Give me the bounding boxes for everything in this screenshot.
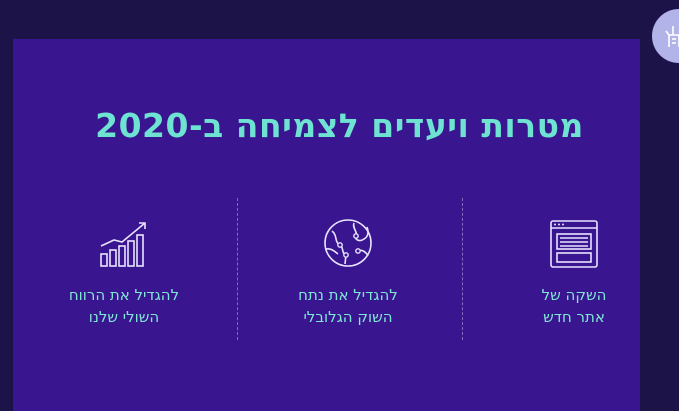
- goal-market-share: להגדיל את נתח השוק הגלובלי: [268, 218, 428, 328]
- hand-icon: [665, 26, 679, 47]
- goal-line-1: להגדיל את נתח: [298, 286, 398, 304]
- column-divider: [462, 198, 463, 340]
- growth-chart-icon: [44, 218, 204, 272]
- page-title: מטרות ויעדים לצמיחה ב-2020: [95, 106, 584, 145]
- browser-window-icon: [494, 218, 654, 272]
- goal-profit-margin: להגדיל את הרווח השולי שלנו: [44, 218, 204, 328]
- goal-line-1: השקה של: [541, 286, 607, 304]
- goal-line-1: להגדיל את הרווח: [68, 286, 180, 304]
- goal-line-2: השוק הגלובלי: [303, 308, 393, 326]
- goal-line-2: השולי שלנו: [88, 308, 160, 326]
- goal-launch-site: השקה של אתר חדש: [494, 218, 654, 328]
- goal-line-2: אתר חדש: [543, 308, 605, 326]
- floating-assistant-button[interactable]: [652, 9, 679, 63]
- globe-icon: [268, 218, 428, 272]
- column-divider: [237, 198, 238, 340]
